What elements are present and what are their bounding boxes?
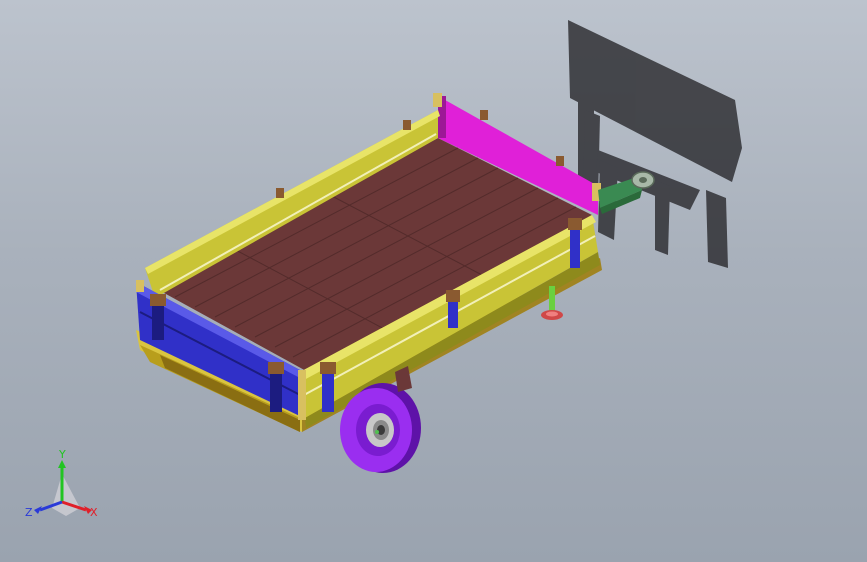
graphics-viewport[interactable]: Y X Z: [0, 0, 867, 562]
triad-cone: [52, 474, 80, 516]
y-axis-label: Y: [58, 448, 66, 461]
trailer-model-view[interactable]: [0, 0, 867, 562]
x-axis-label: X: [90, 506, 98, 519]
z-axis-label: Z: [25, 506, 33, 519]
orientation-triad[interactable]: Y X Z: [22, 444, 112, 524]
